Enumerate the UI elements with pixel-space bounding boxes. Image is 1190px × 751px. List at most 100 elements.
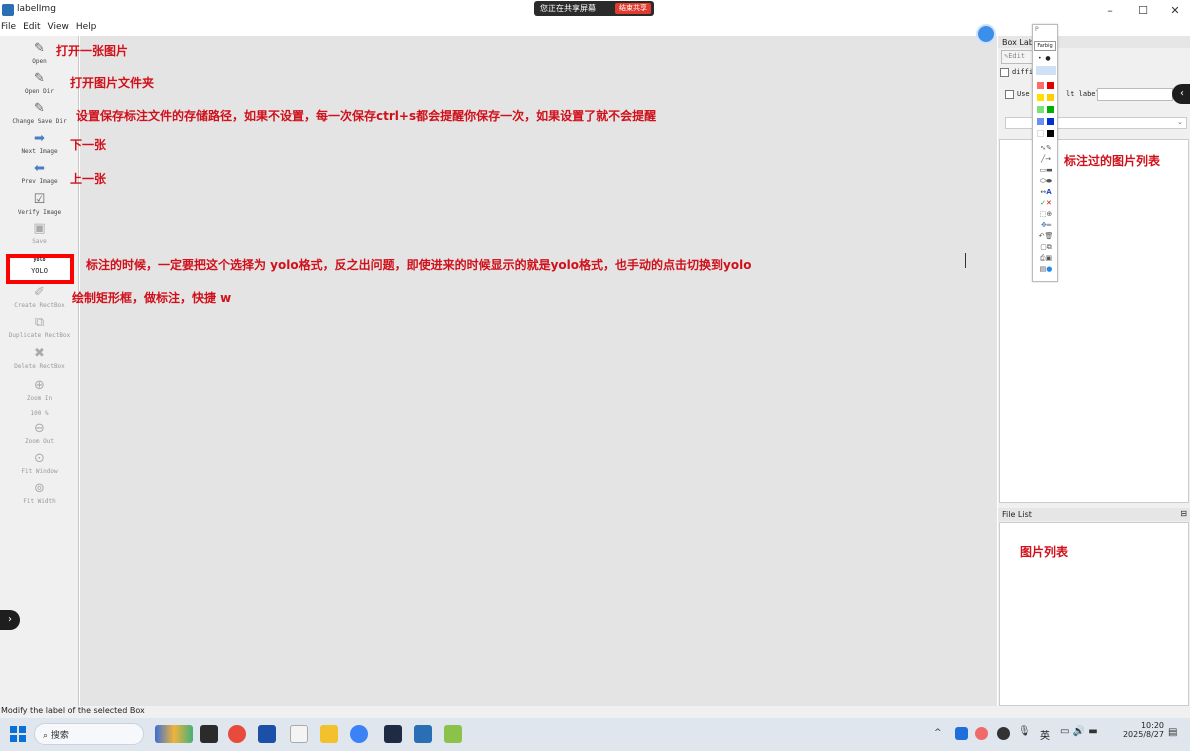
network-volume-battery-icon[interactable]: ▭ 🔊 ▬ bbox=[1060, 726, 1098, 737]
menu-view[interactable]: View bbox=[48, 22, 69, 32]
microphone-icon[interactable]: 🎙 bbox=[1018, 726, 1031, 737]
app-icon-blue[interactable] bbox=[258, 725, 276, 743]
line-arrow-icon[interactable]: ╱→ bbox=[1036, 154, 1056, 165]
assistant-bubble-icon[interactable] bbox=[976, 24, 996, 44]
pen-size-selected-icon[interactable] bbox=[1036, 66, 1056, 75]
duplicate-icon: ⧉ bbox=[34, 315, 45, 330]
windows-start-icon[interactable] bbox=[10, 726, 26, 742]
edit-label-text: Edit bbox=[1008, 52, 1026, 60]
use-default-label-prefix: Use bbox=[1017, 90, 1030, 98]
labeled-image-list[interactable] bbox=[999, 139, 1189, 503]
float-panel-icon[interactable]: ⊟ bbox=[1180, 509, 1187, 518]
save-button[interactable]: ▣ Save bbox=[0, 222, 79, 246]
fit-width-label: Fit Width bbox=[23, 498, 56, 505]
tray-qq-icon[interactable] bbox=[997, 727, 1010, 740]
duplicate-rectbox-button[interactable]: ⧉ Duplicate RectBox bbox=[0, 315, 79, 340]
open-dir-button[interactable]: ✎ Open Dir bbox=[0, 72, 79, 96]
color-swatch-red[interactable] bbox=[1047, 82, 1054, 89]
rectangle-icon[interactable]: ▭▬ bbox=[1036, 165, 1056, 176]
use-default-label-checkbox[interactable] bbox=[1005, 90, 1014, 99]
image-canvas[interactable] bbox=[80, 24, 997, 706]
fit-window-label: Fit Window bbox=[21, 468, 58, 475]
duplicate-rectbox-label: Duplicate RectBox bbox=[8, 332, 71, 339]
notification-icon[interactable]: ▤ bbox=[1168, 727, 1177, 738]
difficult-checkbox[interactable] bbox=[1000, 68, 1009, 77]
clock-date: 2025/8/27 bbox=[1122, 730, 1164, 739]
terminal-icon[interactable] bbox=[384, 725, 402, 743]
maximize-button[interactable]: ☐ bbox=[1128, 2, 1158, 20]
collapse-chevron-icon[interactable]: ‹ bbox=[1172, 84, 1190, 104]
print-save-icon[interactable]: ⎙▣ bbox=[1036, 253, 1056, 264]
undo-trash-icon[interactable]: ↶🗑 bbox=[1036, 231, 1056, 242]
arrow-right-icon: ➡ bbox=[34, 131, 45, 146]
yolo-format-button[interactable]: yolo YOLO bbox=[0, 257, 79, 275]
pycharm-icon[interactable] bbox=[444, 725, 462, 743]
close-button[interactable]: ✕ bbox=[1160, 2, 1190, 20]
color-swatch-light-blue[interactable] bbox=[1037, 118, 1044, 125]
annotation-palette[interactable]: P Farbig • ● ∿✎ ╱→ ▭▬ ⬭⬬ ↔A ✓✕ ⬚⊕ ✥═ ↶🗑 … bbox=[1032, 24, 1058, 282]
move-icon[interactable]: ✥═ bbox=[1036, 220, 1056, 231]
change-save-dir-button[interactable]: ✎ Change Save Dir bbox=[0, 102, 79, 126]
difficult-label: diffi bbox=[1012, 68, 1034, 76]
color-swatch-black[interactable] bbox=[1047, 130, 1054, 137]
menu-file[interactable]: File bbox=[1, 22, 16, 32]
edit-label-button[interactable]: ✎Edit bbox=[1001, 50, 1035, 64]
delete-x-icon: ✖ bbox=[34, 346, 45, 361]
select-zoom-icon[interactable]: ⬚⊕ bbox=[1036, 209, 1056, 220]
clock[interactable]: 10:20 2025/8/27 bbox=[1122, 721, 1164, 739]
tray-overflow-icon[interactable]: ^ bbox=[934, 728, 942, 738]
default-label-input[interactable] bbox=[1097, 88, 1173, 101]
color-swatch-blue[interactable] bbox=[1047, 118, 1054, 125]
open-label: Open bbox=[32, 58, 47, 65]
fit-width-button[interactable]: ⊚ Fit Width bbox=[0, 482, 79, 506]
color-swatch-white[interactable] bbox=[1037, 130, 1044, 137]
tray-network-app-icon[interactable] bbox=[975, 727, 988, 740]
tray-app-icon[interactable] bbox=[955, 727, 968, 740]
arrow-left-icon: ⬅ bbox=[34, 161, 45, 176]
curve-pen-icon[interactable]: ∿✎ bbox=[1036, 143, 1056, 154]
text-tool-icon[interactable]: ↔A bbox=[1036, 187, 1056, 198]
zoom-level[interactable]: 100 % bbox=[0, 410, 79, 417]
ellipse-icon[interactable]: ⬭⬬ bbox=[1036, 176, 1056, 187]
menu-help[interactable]: Help bbox=[76, 22, 97, 32]
menu-edit[interactable]: Edit bbox=[23, 22, 40, 32]
check-cross-icon[interactable]: ✓✕ bbox=[1036, 198, 1056, 209]
stop-share-button[interactable]: 结束共享 bbox=[615, 3, 651, 14]
color-swatch-yellow[interactable] bbox=[1047, 94, 1054, 101]
file-explorer-icon[interactable] bbox=[320, 725, 338, 743]
verify-image-label: Verify Image bbox=[17, 209, 62, 216]
dot-small-icon[interactable]: • ● bbox=[1038, 55, 1051, 62]
fit-window-button[interactable]: ⊙ Fit Window bbox=[0, 452, 79, 476]
prev-image-label: Prev Image bbox=[21, 178, 58, 185]
widgets-icon[interactable] bbox=[155, 725, 193, 743]
annotation-change-save-dir: 设置保存标注文件的存储路径，如果不设置，每一次保存ctrl+s都会提醒你保存一次… bbox=[76, 109, 657, 123]
palette-title: P bbox=[1035, 26, 1039, 33]
next-image-button[interactable]: ➡ Next Image bbox=[0, 131, 79, 156]
qq-icon[interactable] bbox=[350, 725, 368, 743]
labelimg-taskbar-icon[interactable] bbox=[414, 725, 432, 743]
typora-icon[interactable] bbox=[290, 725, 308, 743]
task-view-icon[interactable] bbox=[200, 725, 218, 743]
taskbar-search[interactable]: ⌕ 搜索 bbox=[34, 723, 144, 745]
copy-paste-icon[interactable]: ▢⧉ bbox=[1036, 242, 1056, 253]
delete-rectbox-button[interactable]: ✖ Delete RectBox bbox=[0, 346, 79, 371]
draw-rect-icon: ✐ bbox=[34, 285, 45, 300]
minimize-button[interactable]: – bbox=[1095, 2, 1125, 20]
verify-image-button[interactable]: ☑ Verify Image bbox=[0, 193, 79, 217]
zoom-out-button[interactable]: ⊖ Zoom Out bbox=[0, 421, 79, 446]
palette-tool-icons[interactable]: ∿✎ ╱→ ▭▬ ⬭⬬ ↔A ✓✕ ⬚⊕ ✥═ ↶🗑 ▢⧉ ⎙▣ ▤● bbox=[1036, 143, 1056, 275]
create-rectbox-button[interactable]: ✐ Create RectBox bbox=[0, 285, 79, 310]
chrome-icon[interactable] bbox=[228, 725, 246, 743]
zoom-in-button[interactable]: ⊕ Zoom In bbox=[0, 379, 79, 403]
open-file-icon: ✎ bbox=[34, 41, 45, 56]
zoom-out-icon: ⊖ bbox=[34, 421, 45, 436]
input-method[interactable]: 英 bbox=[1040, 727, 1050, 742]
color-swatch-light-green[interactable] bbox=[1037, 106, 1044, 113]
settings-help-icon[interactable]: ▤● bbox=[1036, 264, 1056, 275]
expand-chevron-icon[interactable]: › bbox=[0, 610, 20, 630]
color-swatch-light-red[interactable] bbox=[1037, 82, 1044, 89]
prev-image-button[interactable]: ⬅ Prev Image bbox=[0, 161, 79, 186]
color-swatch-green[interactable] bbox=[1047, 106, 1054, 113]
color-swatch-light-yellow[interactable] bbox=[1037, 94, 1044, 101]
clock-time: 10:20 bbox=[1140, 721, 1164, 730]
